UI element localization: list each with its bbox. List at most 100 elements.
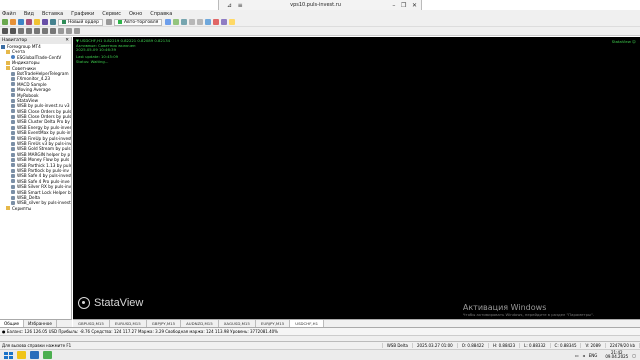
notifications-icon[interactable]: ▢	[632, 353, 636, 358]
menu-item[interactable]: Файл	[2, 11, 16, 17]
metaeditor-icon[interactable]	[106, 19, 113, 25]
language-indicator[interactable]: ENG	[589, 353, 598, 358]
market-watch-icon[interactable]	[18, 19, 24, 25]
label-icon[interactable]	[66, 28, 72, 34]
zoom-out-icon[interactable]	[197, 19, 204, 25]
ea-icon	[11, 174, 15, 179]
network-icon[interactable]: ▭	[575, 353, 579, 358]
crosshair-icon[interactable]	[10, 28, 16, 34]
ea-icon	[11, 152, 15, 157]
navigator-item[interactable]: Скрипты	[1, 206, 71, 211]
clock-date: 09.04.2025	[605, 354, 629, 359]
candlestick-icon[interactable]	[173, 19, 180, 25]
navigator-tab[interactable]: Избранное	[24, 320, 57, 327]
signal-icon: ≡	[237, 1, 243, 9]
navigator-close-icon[interactable]: ✕	[65, 38, 69, 43]
text-icon[interactable]	[58, 28, 64, 34]
cursor-icon[interactable]	[2, 28, 8, 34]
status-close: C: 0.88345	[551, 343, 582, 348]
navigator-tab[interactable]: Общие	[0, 320, 25, 327]
profiles-icon[interactable]	[10, 19, 16, 25]
ea-icon	[11, 184, 15, 189]
navigator-panel: Навигатор ✕ Forexgroup MT4 Счета ESGlobalT…	[0, 37, 72, 327]
chart-tab[interactable]: USDCHF,H1	[290, 320, 325, 327]
auto-trading-button[interactable]: Авто-торговля	[114, 18, 163, 26]
folder-icon	[6, 60, 10, 65]
ea-icon	[11, 93, 15, 98]
chart-tab[interactable]: GBPJPY,M15	[147, 320, 182, 327]
chart-tab[interactable]: EURUSD,M15	[110, 320, 147, 327]
navigator-icon[interactable]	[34, 19, 40, 25]
minimize-icon[interactable]: –	[392, 2, 395, 9]
vertical-line-icon[interactable]	[18, 28, 24, 34]
menu-item[interactable]: Окно	[129, 11, 142, 17]
folder-icon	[6, 66, 10, 71]
menu-item[interactable]: Справка	[150, 11, 172, 17]
new-chart-icon[interactable]	[2, 19, 8, 25]
data-window-icon[interactable]	[26, 19, 32, 25]
ea-icon	[11, 195, 15, 200]
ea-icon	[11, 125, 15, 130]
menu-item[interactable]: Графики	[71, 11, 94, 17]
ea-icon	[11, 103, 15, 108]
window-close-icon[interactable]: ✕	[630, 1, 640, 8]
arrows-icon[interactable]	[74, 28, 80, 34]
ea-icon	[11, 71, 15, 76]
windows-activation-notice: Активация Windows Чтобы активировать Win…	[463, 303, 594, 317]
activation-subtitle: Чтобы активировать Windows, перейдите в …	[462, 312, 594, 317]
line-chart-icon[interactable]	[181, 19, 188, 25]
status-volume: V: 2089	[581, 343, 606, 348]
menu-item[interactable]: Вид	[24, 11, 34, 17]
zoom-in-icon[interactable]	[189, 19, 196, 25]
server-manager-icon[interactable]	[30, 351, 39, 359]
ea-icon	[11, 157, 15, 162]
ea-icon	[11, 114, 15, 119]
window-restore-icon[interactable]: ❐	[620, 1, 630, 8]
mt4-taskbar-icon[interactable]	[43, 351, 52, 359]
tile-windows-icon[interactable]	[205, 19, 212, 25]
periods-icon[interactable]	[221, 19, 228, 25]
indicators-icon[interactable]	[213, 19, 220, 25]
ea-icon	[11, 120, 15, 125]
status-datetime: 2025.03.27 01:00	[413, 343, 458, 348]
tester-icon[interactable]	[50, 19, 56, 25]
bar-chart-icon[interactable]	[165, 19, 172, 25]
chart-window[interactable]: ▼ USDCHF,H1 0.82219 0.82221 0.82089 0.82…	[73, 37, 640, 319]
start-button-icon[interactable]	[3, 351, 14, 360]
pin-icon[interactable]: ⊿	[227, 2, 232, 9]
menu-item[interactable]: Вставка	[42, 11, 63, 17]
status-traffic: 22479/20 kb	[606, 343, 640, 348]
explorer-icon[interactable]	[17, 351, 26, 359]
chart-status: Status: Waiting...	[76, 58, 109, 64]
remote-bar-left-icons: ⊿ ≡	[223, 2, 243, 9]
channel-icon[interactable]	[42, 28, 48, 34]
close-icon[interactable]: ✕	[412, 2, 417, 9]
drawing-toolbar	[0, 27, 640, 36]
ea-icon	[11, 77, 15, 82]
templates-icon[interactable]	[229, 19, 236, 25]
clock[interactable]: 21:42 09.04.2025	[601, 350, 629, 360]
chart-tab[interactable]: AUDNZD,M15	[181, 320, 219, 327]
status-open: O: 0.88422	[458, 343, 489, 348]
fibonacci-icon[interactable]	[50, 28, 56, 34]
volume-icon[interactable]: ◂	[583, 353, 585, 358]
terminal-icon[interactable]	[42, 19, 48, 25]
ea-icon	[11, 136, 15, 141]
horizontal-line-icon[interactable]	[26, 28, 32, 34]
ea-icon	[11, 130, 15, 135]
main-toolbar: Новый ордер Авто-торговля	[0, 18, 640, 27]
folder-icon	[6, 50, 10, 55]
window-minimize-icon[interactable]: –	[610, 1, 620, 8]
new-order-button[interactable]: Новый ордер	[58, 18, 104, 26]
menu-item[interactable]: Сервис	[102, 11, 121, 17]
balance-text: ● Баланс: 126 126.05 USD Прибыль: -8.76 …	[2, 329, 278, 334]
chart-tab[interactable]: EURJPY,M15	[256, 320, 291, 327]
chart-tabs: GBPUSD,M15 EURUSD,M15 GBPJPY,M15 AUDNZD,M15…	[73, 319, 640, 327]
chart-tab[interactable]: XAGUSD,M15	[219, 320, 256, 327]
ea-icon	[11, 190, 15, 195]
trendline-icon[interactable]	[34, 28, 40, 34]
system-tray: ▭ ◂ ENG 21:42 09.04.2025 ▢	[571, 350, 640, 360]
chart-tab[interactable]: GBPUSD,M15	[73, 320, 110, 327]
restore-icon[interactable]: ❐	[401, 2, 406, 9]
ea-icon	[11, 163, 15, 168]
